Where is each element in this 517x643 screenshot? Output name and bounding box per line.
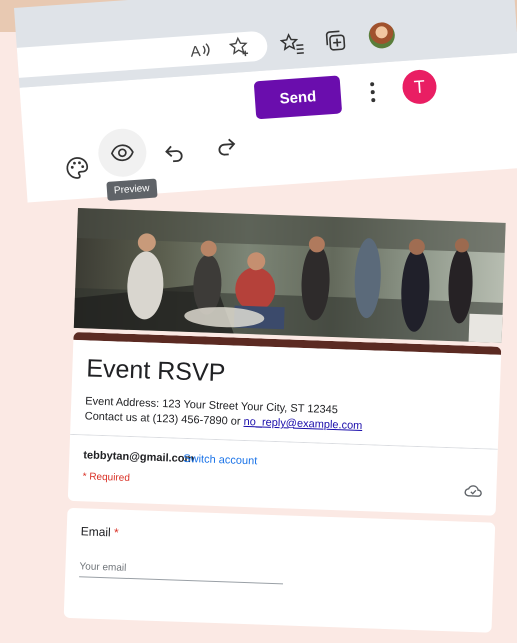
signed-in-email: tebbytan@gmail.com	[83, 449, 195, 466]
redo-icon[interactable]	[213, 134, 239, 160]
email-question-label: Email *	[80, 524, 118, 539]
contact-email-link[interactable]: no_reply@example.com	[243, 416, 362, 432]
more-vert-icon[interactable]	[368, 81, 378, 104]
read-aloud-icon[interactable]: A	[189, 39, 212, 61]
editor-window: A Send T Preview	[14, 0, 517, 203]
svg-text:A: A	[190, 43, 201, 61]
cloud-save-icon	[464, 485, 482, 497]
email-label-text: Email	[80, 524, 111, 540]
account-avatar[interactable]: T	[401, 68, 438, 106]
required-note: * Required	[82, 471, 131, 484]
header-image	[73, 208, 506, 343]
switch-account-link[interactable]: Switch account	[183, 453, 257, 468]
address-bar[interactable]: A	[16, 30, 269, 78]
form-preview: Event RSVP Event Address: 123 Your Stree…	[63, 208, 506, 643]
favorite-add-icon[interactable]	[228, 36, 252, 59]
form-description: Event Address: 123 Your Street Your City…	[84, 394, 363, 434]
email-question-card: Email *	[63, 507, 496, 633]
preview-button[interactable]	[96, 127, 148, 179]
account-section: tebbytan@gmail.com Switch account * Requ…	[67, 433, 498, 516]
preview-tooltip: Preview	[106, 178, 158, 201]
eye-icon	[110, 144, 134, 162]
required-asterisk: *	[110, 525, 119, 540]
email-input[interactable]	[79, 556, 284, 585]
palette-icon[interactable]	[65, 155, 91, 181]
collections-icon[interactable]	[322, 28, 348, 54]
form-title: Event RSVP	[85, 354, 226, 388]
favorites-icon[interactable]	[279, 32, 304, 56]
undo-icon[interactable]	[162, 140, 188, 166]
party-photo	[73, 208, 506, 343]
browser-profile-avatar[interactable]	[367, 21, 396, 50]
send-button[interactable]: Send	[253, 75, 343, 120]
